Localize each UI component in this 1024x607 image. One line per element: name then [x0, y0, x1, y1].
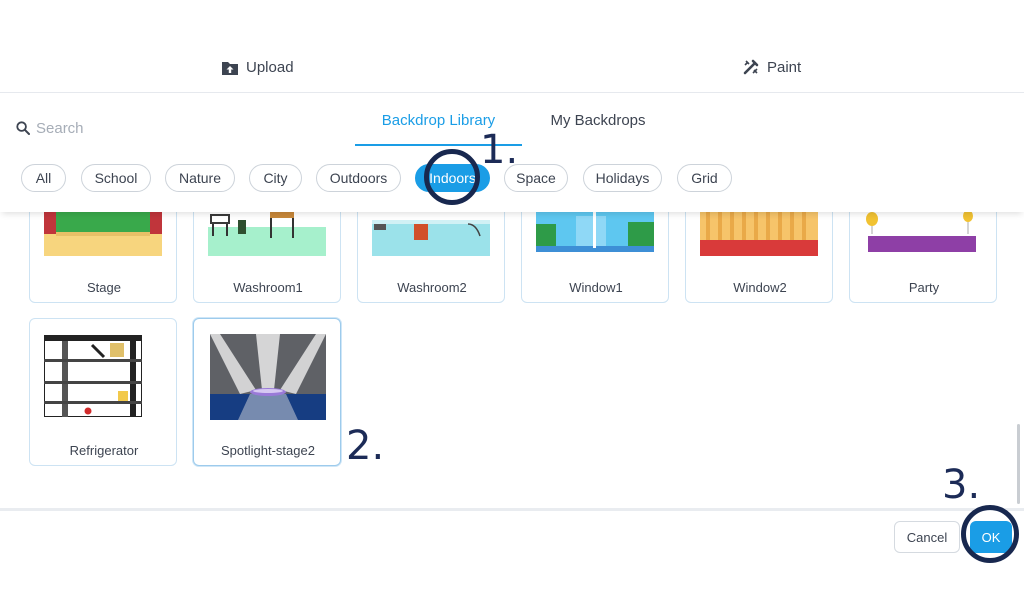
backdrop-name: Washroom1: [233, 280, 303, 295]
filter-grid-label: Grid: [691, 170, 718, 186]
paint-button[interactable]: Paint: [743, 56, 801, 78]
scrollbar[interactable]: [1017, 424, 1020, 504]
filter-space-label: Space: [516, 170, 556, 186]
paint-brush-icon: [743, 59, 759, 75]
tab-backdrop-library-label: Backdrop Library: [381, 112, 496, 129]
filter-city-label: City: [263, 170, 288, 186]
backdrop-name: Refrigerator: [69, 443, 139, 458]
annotation-step-2: 2.: [346, 423, 385, 469]
filter-outdoors-label: Outdoors: [329, 170, 388, 186]
filter-grid[interactable]: Grid: [677, 164, 732, 192]
filter-nature-label: Nature: [178, 170, 222, 186]
tab-my-backdrops-label: My Backdrops: [550, 112, 646, 129]
filter-holidays-label: Holidays: [595, 170, 650, 186]
backdrop-name: Stage: [87, 280, 121, 295]
annotation-step-3: 3.: [942, 462, 981, 508]
top-action-bar: Upload Paint: [0, 0, 1024, 93]
search-box[interactable]: [16, 117, 216, 139]
filter-school-label: School: [94, 170, 138, 186]
backdrop-name: Window1: [569, 280, 623, 295]
tab-my-backdrops[interactable]: My Backdrops: [540, 110, 656, 144]
filter-all[interactable]: All: [21, 164, 66, 192]
upload-button[interactable]: Upload: [222, 56, 294, 78]
filter-school[interactable]: School: [81, 164, 151, 192]
filter-city[interactable]: City: [249, 164, 302, 192]
backdrop-card-refrigerator[interactable]: Refrigerator: [29, 318, 177, 466]
dialog-footer: Cancel OK: [0, 508, 1024, 607]
filter-outdoors[interactable]: Outdoors: [316, 164, 401, 192]
search-icon: [16, 121, 30, 135]
backdrop-name: Party: [908, 280, 940, 295]
filter-holidays[interactable]: Holidays: [583, 164, 662, 192]
cancel-button[interactable]: Cancel: [894, 521, 960, 553]
filter-nature[interactable]: Nature: [165, 164, 235, 192]
refrigerator-thumbnail: [44, 335, 142, 417]
cancel-button-label: Cancel: [906, 529, 948, 545]
annotation-step-1: 1.: [480, 127, 519, 173]
filter-all-label: All: [35, 170, 52, 186]
annotation-circle-indoors: [424, 149, 480, 205]
backdrop-name: Washroom2: [397, 280, 467, 295]
backdrop-card-spotlight-stage2[interactable]: Spotlight-stage2: [193, 318, 341, 466]
search-input[interactable]: [36, 119, 196, 137]
upload-label: Upload: [246, 58, 294, 76]
backdrop-name: Spotlight-stage2: [221, 443, 315, 458]
spotlight-stage2-thumbnail: [210, 334, 326, 420]
annotation-circle-ok: [961, 505, 1019, 563]
upload-icon: [222, 61, 238, 75]
backdrop-name: Window2: [733, 280, 787, 295]
paint-label: Paint: [767, 58, 802, 76]
